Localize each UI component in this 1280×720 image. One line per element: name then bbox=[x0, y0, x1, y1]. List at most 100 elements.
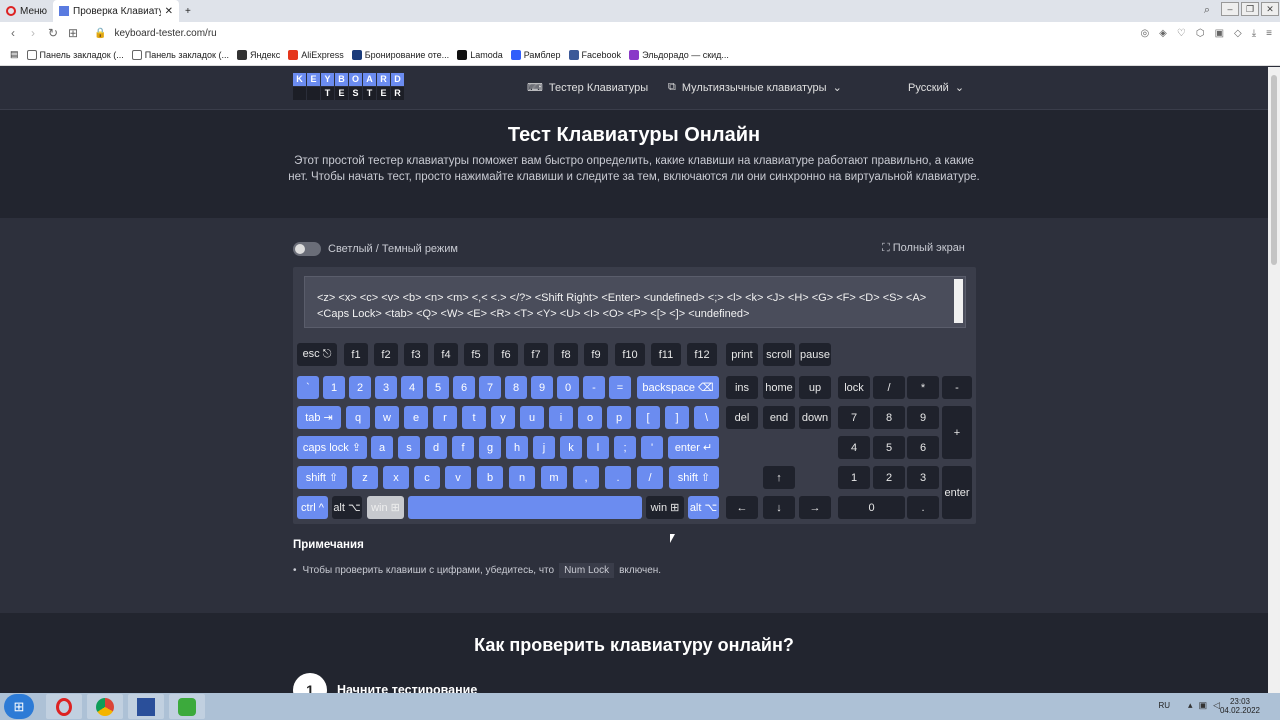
key-u[interactable]: u bbox=[520, 406, 544, 429]
key-num-divide[interactable]: / bbox=[873, 376, 905, 399]
download-icon[interactable]: ⤓ bbox=[1252, 28, 1256, 39]
key-l[interactable]: l bbox=[587, 436, 609, 459]
start-button[interactable]: ⊞ bbox=[4, 694, 34, 719]
key-shift-right[interactable]: shift ⇧ bbox=[669, 466, 719, 489]
key-arrow-left[interactable]: ← bbox=[726, 496, 758, 519]
key-home[interactable]: home bbox=[763, 376, 795, 399]
taskbar-save-app[interactable] bbox=[128, 694, 164, 719]
key-j[interactable]: j bbox=[533, 436, 555, 459]
network-icon[interactable]: ▣ bbox=[1199, 700, 1208, 711]
vpn-icon[interactable]: ⬡ bbox=[1196, 28, 1205, 39]
opera-menu-tab[interactable]: Меню bbox=[0, 0, 53, 22]
key-n[interactable]: n bbox=[509, 466, 535, 489]
minimize-icon[interactable]: – bbox=[1221, 2, 1239, 16]
key-f4[interactable]: f4 bbox=[434, 343, 458, 366]
key-k[interactable]: k bbox=[560, 436, 582, 459]
key-equals[interactable]: = bbox=[609, 376, 631, 399]
textarea-scrollbar[interactable] bbox=[954, 279, 963, 323]
close-tab-icon[interactable]: ✕ bbox=[165, 6, 173, 17]
key-space[interactable] bbox=[408, 496, 642, 519]
bookmark-yandex[interactable]: Яндекс bbox=[236, 49, 280, 60]
taskbar-app[interactable] bbox=[169, 694, 205, 719]
key-numlock[interactable]: lock bbox=[838, 376, 870, 399]
key-g[interactable]: g bbox=[479, 436, 501, 459]
key-quote[interactable]: ' bbox=[641, 436, 663, 459]
bookmark-folder-2[interactable]: Панель закладок (... bbox=[131, 49, 229, 60]
new-tab-button[interactable]: + bbox=[179, 0, 197, 22]
key-comma[interactable]: , bbox=[573, 466, 599, 489]
key-8[interactable]: 8 bbox=[505, 376, 527, 399]
key-7[interactable]: 7 bbox=[479, 376, 501, 399]
maximize-icon[interactable]: ❐ bbox=[1241, 2, 1259, 16]
key-s[interactable]: s bbox=[398, 436, 420, 459]
key-tab[interactable]: tab ⇥ bbox=[297, 406, 341, 429]
key-end[interactable]: end bbox=[763, 406, 795, 429]
key-lbracket[interactable]: [ bbox=[636, 406, 660, 429]
key-o[interactable]: o bbox=[578, 406, 602, 429]
key-v[interactable]: v bbox=[445, 466, 471, 489]
key-slash[interactable]: / bbox=[637, 466, 663, 489]
key-num-plus[interactable]: + bbox=[942, 406, 972, 459]
key-q[interactable]: q bbox=[346, 406, 370, 429]
key-period[interactable]: . bbox=[605, 466, 631, 489]
bookmark-eldorado[interactable]: Эльдорадо — скид... bbox=[629, 49, 729, 60]
key-arrow-up[interactable]: ↑ bbox=[763, 466, 795, 489]
speed-dial-icon[interactable]: ⊞ bbox=[66, 26, 80, 40]
key-z[interactable]: z bbox=[352, 466, 378, 489]
toggle-switch[interactable] bbox=[293, 242, 321, 256]
key-2[interactable]: 2 bbox=[349, 376, 371, 399]
key-f5[interactable]: f5 bbox=[464, 343, 488, 366]
url-field[interactable]: keyboard-tester.com/ru bbox=[114, 28, 216, 39]
key-win-left[interactable]: win ⊞ bbox=[367, 496, 404, 519]
key-backspace[interactable]: backspace ⌫ bbox=[637, 376, 719, 399]
key-f3[interactable]: f3 bbox=[404, 343, 428, 366]
key-c[interactable]: c bbox=[414, 466, 440, 489]
key-t[interactable]: t bbox=[462, 406, 486, 429]
volume-icon[interactable]: ◁ bbox=[1213, 700, 1220, 711]
key-f12[interactable]: f12 bbox=[687, 343, 717, 366]
key-w[interactable]: w bbox=[375, 406, 399, 429]
heart-icon[interactable]: ♡ bbox=[1177, 28, 1186, 39]
key-num-1[interactable]: 1 bbox=[838, 466, 870, 489]
key-ctrl[interactable]: ctrl ^ bbox=[297, 496, 328, 519]
bookmark-lamoda[interactable]: Lamoda bbox=[457, 49, 503, 60]
key-num-dot[interactable]: . bbox=[907, 496, 939, 519]
key-f[interactable]: f bbox=[452, 436, 474, 459]
key-shift-left[interactable]: shift ⇧ bbox=[297, 466, 347, 489]
scrollbar-thumb[interactable] bbox=[1271, 75, 1277, 265]
camera-icon[interactable]: ◎ bbox=[1140, 28, 1149, 39]
key-del[interactable]: del bbox=[726, 406, 758, 429]
key-a[interactable]: a bbox=[371, 436, 393, 459]
tray-arrow-icon[interactable]: ▴ bbox=[1188, 700, 1193, 711]
key-6[interactable]: 6 bbox=[453, 376, 475, 399]
key-win-right[interactable]: win ⊞ bbox=[646, 496, 684, 519]
key-num-3[interactable]: 3 bbox=[907, 466, 939, 489]
key-f7[interactable]: f7 bbox=[524, 343, 548, 366]
key-d[interactable]: d bbox=[425, 436, 447, 459]
key-alt-left[interactable]: alt ⌥ bbox=[332, 496, 362, 519]
key-num-minus[interactable]: - bbox=[942, 376, 972, 399]
key-backslash[interactable]: \ bbox=[694, 406, 719, 429]
key-1[interactable]: 1 bbox=[323, 376, 345, 399]
bookmark-booking[interactable]: Бронирование оте... bbox=[351, 49, 449, 60]
key-f2[interactable]: f2 bbox=[374, 343, 398, 366]
cube-icon[interactable]: ◇ bbox=[1234, 28, 1242, 39]
nav-multilang[interactable]: ⧉ Мультиязычные клавиатуры ⌄ bbox=[668, 81, 842, 94]
theme-toggle[interactable]: Светлый / Темный режим bbox=[293, 242, 458, 256]
key-backtick[interactable]: ` bbox=[297, 376, 319, 399]
key-esc[interactable]: esc ⎋ bbox=[297, 343, 337, 366]
key-arrow-right[interactable]: → bbox=[799, 496, 831, 519]
language-select[interactable]: Русский ⌄ bbox=[908, 81, 964, 95]
key-num-5[interactable]: 5 bbox=[873, 436, 905, 459]
key-y[interactable]: y bbox=[491, 406, 515, 429]
menu-icon[interactable]: ≡ bbox=[1266, 28, 1272, 39]
page-scrollbar[interactable] bbox=[1268, 67, 1280, 693]
bookmark-folder-1[interactable]: Панель закладок (... bbox=[26, 49, 124, 60]
key-capslock[interactable]: caps lock ⇪ bbox=[297, 436, 367, 459]
bookmark-facebook[interactable]: Facebook bbox=[568, 49, 621, 60]
key-9[interactable]: 9 bbox=[531, 376, 553, 399]
key-arrow-down[interactable]: ↓ bbox=[763, 496, 795, 519]
site-logo[interactable]: KEYBOARD TESTER bbox=[293, 73, 404, 101]
key-print[interactable]: print bbox=[726, 343, 758, 366]
fullscreen-button[interactable]: ⛶ Полный экран bbox=[882, 242, 965, 255]
